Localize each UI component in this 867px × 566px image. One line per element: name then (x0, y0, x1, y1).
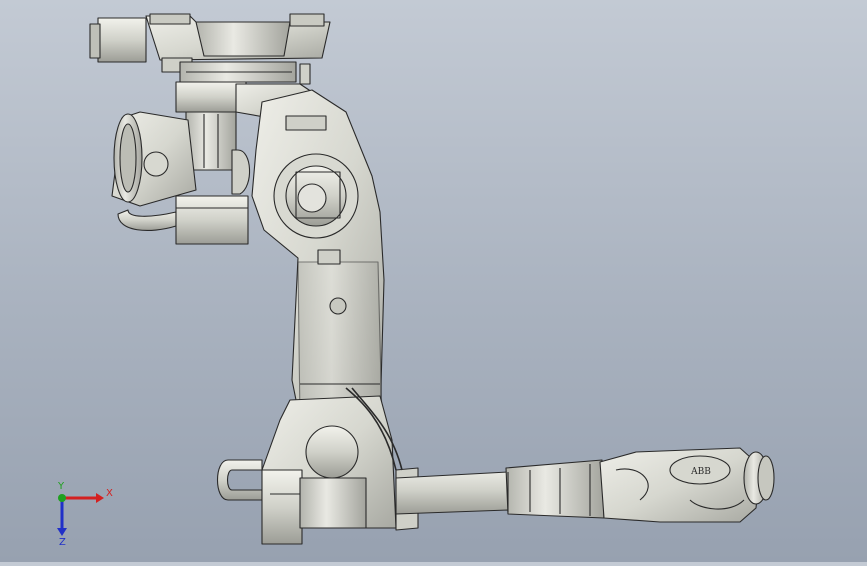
robot-base (89, 13, 331, 85)
cad-viewport[interactable]: ABB X Y Z (0, 0, 867, 562)
elbow-housing (217, 387, 419, 545)
upper-arm-tube (395, 459, 607, 519)
x-axis-label: X (106, 488, 113, 499)
z-axis-label: Z (59, 537, 66, 548)
lower-arm (251, 89, 385, 421)
orientation-triad[interactable]: X Y Z (57, 481, 113, 548)
y-axis-marker (58, 494, 66, 502)
robot-model[interactable]: ABB X Y Z (0, 0, 867, 562)
robot-wrist (599, 447, 775, 523)
y-axis-label: Y (57, 481, 65, 492)
brand-logo: ABB (690, 467, 711, 477)
